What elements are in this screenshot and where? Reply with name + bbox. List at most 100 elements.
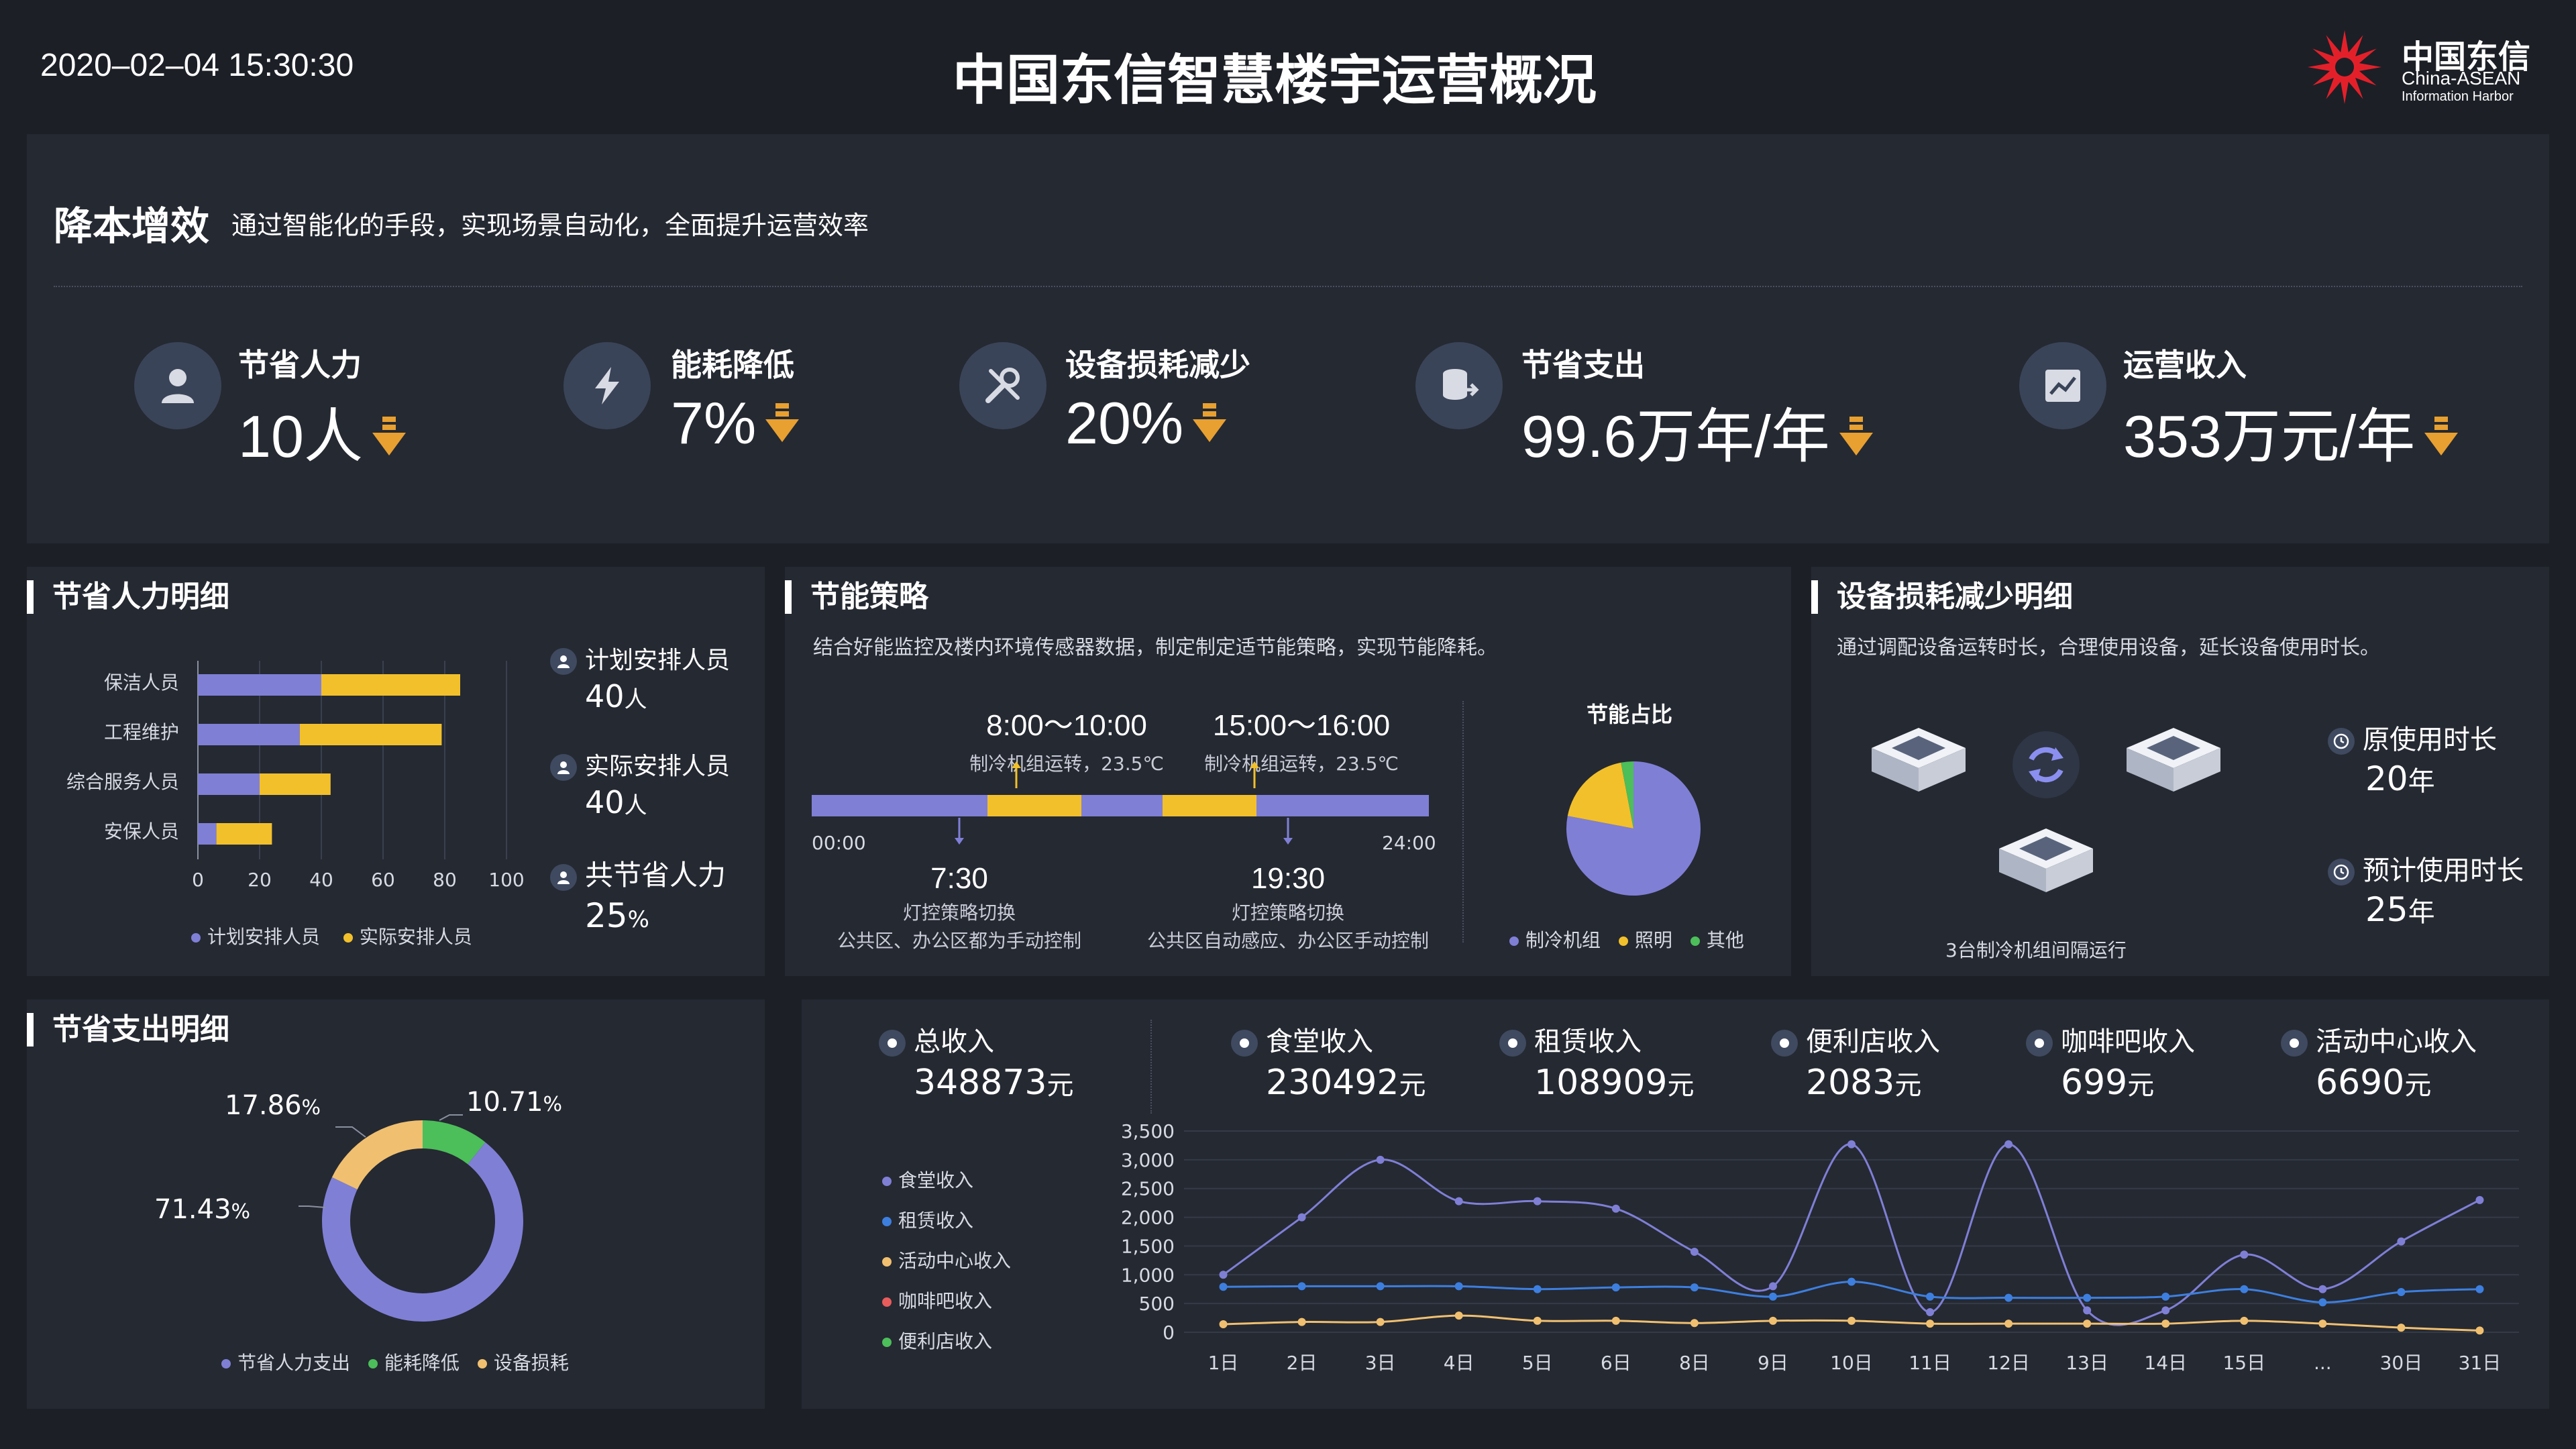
data-point (2083, 1293, 2092, 1302)
kpi-label: 运营收入 (2123, 347, 2247, 383)
bar-segment (198, 773, 260, 795)
clock-icon (2328, 859, 2355, 885)
x-tick-label: 14日 (2144, 1352, 2187, 1374)
y-tick-label: 3,000 (1121, 1149, 1175, 1171)
energy-timeline (812, 761, 1429, 845)
data-point (1533, 1197, 1542, 1205)
logo-en2: Information Harbor (2402, 89, 2514, 104)
kpi-coins-icon (1415, 342, 1503, 429)
energy-divider (1462, 701, 1464, 943)
data-point (1454, 1197, 1463, 1205)
y-tick-label: 3,500 (1121, 1120, 1175, 1142)
data-point (1454, 1282, 1463, 1291)
x-tick-label: ... (2314, 1352, 2332, 1374)
kpi-label: 设备损耗减少 (1065, 347, 1250, 383)
lightning-icon (595, 367, 619, 405)
pie-title: 节能占比 (1587, 702, 1673, 727)
data-point (1376, 1155, 1385, 1164)
data-point (1847, 1140, 1856, 1148)
bottom-mark-2: 19:30 灯控策略切换 公共区自动感应、办公区手动控制 (1147, 862, 1430, 952)
data-point (1454, 1311, 1463, 1320)
x-tick-label: 40 (309, 869, 333, 891)
equipment-caption: 3台制冷机组间隔运行 (1945, 939, 2127, 961)
legend-canteen: 食堂收入 (898, 1169, 974, 1191)
legend-equip-exp: 设备损耗 (493, 1352, 569, 1374)
data-point (2161, 1320, 2170, 1328)
data-point (2161, 1292, 2170, 1301)
data-point (1847, 1277, 1856, 1286)
top-panel: 降本增效 通过智能化的手段，实现场景自动化，全面提升运营效率 节省人力 10人 … (27, 134, 2549, 543)
side-item-planned: 计划安排人员 40人 (550, 641, 730, 714)
cooling-unit-icon (2127, 728, 2220, 792)
data-point (1690, 1319, 1699, 1328)
y-tick-label: 1,500 (1121, 1235, 1175, 1257)
expense-title: 节省支出明细 (27, 1013, 229, 1046)
x-tick-label: 9日 (1758, 1352, 1788, 1374)
person-small-icon (550, 863, 577, 891)
page-title: 中国东信智慧楼宇运营概况 (953, 49, 1597, 111)
revenue-line-chart: 0 500 1,000 1,500 2,000 2,500 3,000 3,500 1日 2日 3日… (1121, 1120, 2519, 1374)
expense-label-manpower: 71.43% (154, 1194, 251, 1225)
data-point (2318, 1298, 2327, 1307)
data-point (1690, 1248, 1699, 1256)
revenue-stat-value: 348873 (914, 1063, 1047, 1103)
revenue-stat-unit: 元 (2127, 1070, 2155, 1101)
legend-other: 其他 (1706, 929, 1744, 951)
kpi-label: 节省支出 (1521, 347, 1645, 383)
kpi-lightning-icon (564, 342, 651, 429)
revenue-stat-label: 总收入 (914, 1026, 994, 1057)
legend-cooling: 制冷机组 (1525, 929, 1601, 951)
revenue-stat-label: 便利店收入 (1806, 1026, 1940, 1057)
revenue-stat: 活动中心收入 6690元 (2281, 1020, 2477, 1103)
x-tick-label: 4日 (1444, 1352, 1474, 1374)
y-category-label: 工程维护 (104, 721, 179, 743)
revenue-divider (1150, 1020, 1152, 1114)
x-tick-label: 80 (433, 869, 457, 891)
orig-life: 原使用时长 20年 (2328, 718, 2497, 798)
tools-icon (985, 368, 1020, 403)
logo-mark-icon (2308, 30, 2381, 104)
kpi-value: 7% (671, 389, 800, 458)
down-arrow-icon (372, 417, 406, 455)
legend-coffee: 咖啡吧收入 (898, 1290, 993, 1312)
kpi-label: 能耗降低 (671, 347, 794, 383)
x-tick-label: 30日 (2380, 1352, 2423, 1374)
data-point (2083, 1320, 2092, 1328)
x-tick-label: 20 (248, 869, 272, 891)
revenue-stat-value: 230492 (1266, 1063, 1399, 1103)
coffee-icon (2026, 1030, 2053, 1057)
y-tick-label: 500 (1139, 1293, 1175, 1315)
energy-title: 节能策略 (785, 580, 928, 614)
data-point (1690, 1283, 1699, 1292)
store-icon (1771, 1030, 1798, 1057)
activity-icon (2281, 1030, 2308, 1057)
data-point (1376, 1318, 1385, 1326)
revenue-stat-unit: 元 (1667, 1070, 1695, 1101)
revenue-stat-label: 租赁收入 (1534, 1026, 1642, 1057)
revenue-stat: 便利店收入 2083元 (1771, 1020, 1940, 1103)
energy-pie-chart (1566, 761, 1701, 896)
side-item-actual: 实际安排人员 40人 (550, 747, 730, 820)
data-point (2004, 1320, 2013, 1328)
data-point (2318, 1320, 2327, 1328)
data-point (2397, 1237, 2406, 1246)
kpi-label: 节省人力 (238, 347, 362, 383)
revenue-stat-unit: 元 (1046, 1070, 1074, 1101)
down-arrow-icon (1839, 417, 1873, 455)
person-small-icon (550, 754, 577, 781)
revenue-stat: 咖啡吧收入 699元 (2026, 1020, 2195, 1103)
leader-line (299, 1205, 326, 1208)
data-point (1297, 1318, 1306, 1326)
cooling-units-illustration (1872, 728, 2220, 892)
data-point (1297, 1282, 1306, 1291)
bar-segment (216, 823, 272, 845)
revenue-stat-label: 咖啡吧收入 (2061, 1026, 2195, 1057)
down-arrow-icon (2424, 417, 2459, 455)
bar-segment (260, 773, 331, 795)
x-tick-label: 31日 (2459, 1352, 2502, 1374)
x-tick-label: 15日 (2222, 1352, 2265, 1374)
kpi-tools-icon (959, 342, 1046, 429)
chart-icon (2045, 370, 2080, 402)
legend-rent: 租赁收入 (898, 1210, 974, 1232)
bar-segment (321, 674, 460, 696)
